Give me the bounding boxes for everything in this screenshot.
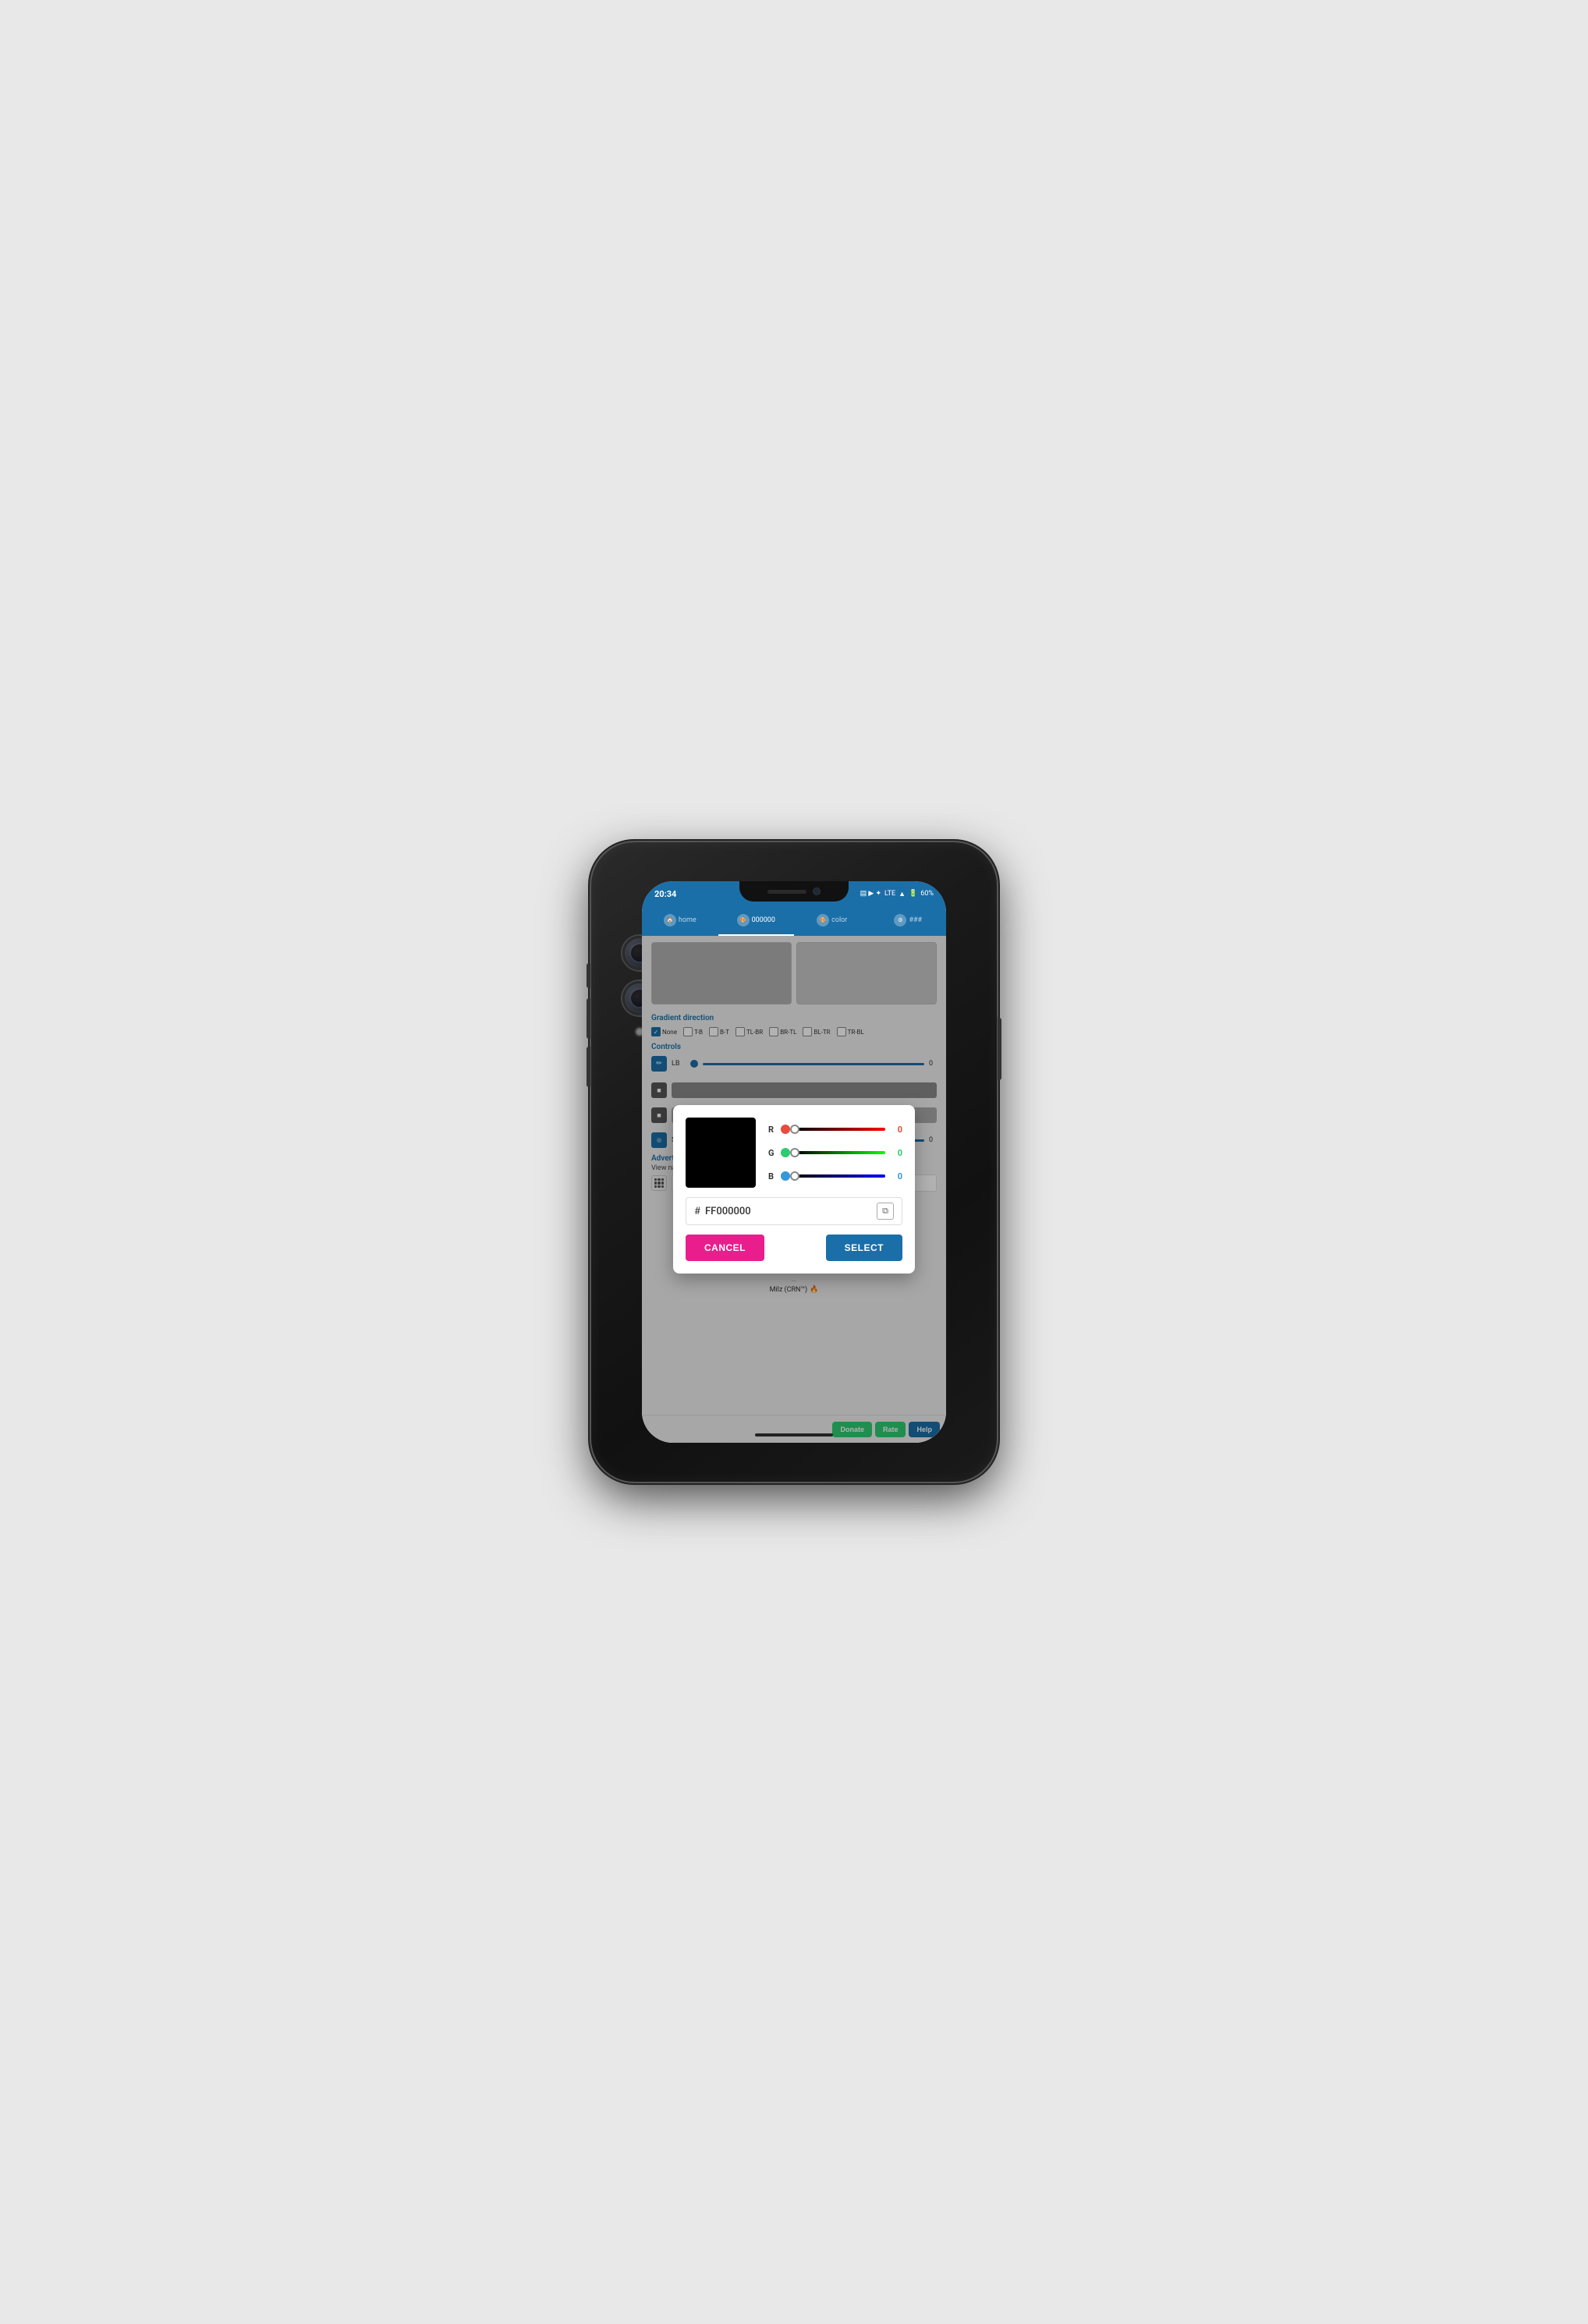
battery-icon: 🔋 (909, 890, 917, 898)
g-dot (781, 1148, 790, 1157)
content-area: Gradient direction ✓ None T-B B-T TL-BR (642, 936, 946, 1443)
battery-label: 60% (920, 890, 934, 898)
tab-home-label: home (679, 916, 697, 924)
b-dot (781, 1171, 790, 1181)
sliders-area: R 0 G (768, 1118, 902, 1188)
tab-home[interactable]: 🏠 home (642, 906, 718, 936)
status-icons: ▤ ▶ ✦ LTE ▲ 🔋 60% (860, 890, 934, 898)
tab-extra-label: ### (909, 916, 922, 924)
side-button[interactable] (998, 1018, 1001, 1080)
r-slider-row: R 0 (768, 1125, 902, 1135)
g-slider-row: G 0 (768, 1148, 902, 1158)
copy-button[interactable]: ⧉ (877, 1203, 894, 1220)
tab-color2-icon: 🎨 (817, 914, 829, 926)
screen: 20:34 ▤ ▶ ✦ LTE ▲ 🔋 60% 🏠 home 🎨 000000 … (642, 881, 946, 1443)
volume-up-button[interactable] (587, 998, 590, 1039)
network-label: LTE (884, 890, 895, 898)
b-value: 0 (890, 1171, 902, 1181)
g-channel-label: G (768, 1148, 776, 1158)
color-swatch (686, 1118, 756, 1188)
hex-value: FF000000 (705, 1206, 872, 1217)
tab-extra-icon: ⚙ (894, 914, 906, 926)
select-button[interactable]: SELECT (826, 1235, 902, 1261)
status-time: 20:34 (651, 889, 676, 899)
tab-color[interactable]: 🎨 000000 (718, 906, 795, 936)
phone-device: 20:34 ▤ ▶ ✦ LTE ▲ 🔋 60% 🏠 home 🎨 000000 … (591, 842, 997, 1482)
dialog-overlay: R 0 G (642, 936, 946, 1443)
g-track[interactable] (795, 1151, 885, 1154)
signal-icon: ▲ (899, 890, 906, 898)
cancel-button[interactable]: CANCEL (686, 1235, 764, 1261)
speaker (767, 890, 806, 894)
volume-down-button[interactable] (587, 1047, 590, 1087)
app-bar: 🏠 home 🎨 000000 🎨 color ⚙ ### (642, 906, 946, 936)
tab-color2[interactable]: 🎨 color (794, 906, 870, 936)
tab-extra[interactable]: ⚙ ### (870, 906, 947, 936)
b-channel-label: B (768, 1171, 776, 1181)
power-button[interactable] (587, 963, 590, 988)
r-thumb[interactable] (790, 1125, 799, 1134)
notification-icons: ▤ ▶ ✦ (860, 890, 881, 898)
b-slider-row: B 0 (768, 1171, 902, 1181)
g-value: 0 (890, 1148, 902, 1158)
b-track[interactable] (795, 1174, 885, 1178)
dialog-buttons: CANCEL SELECT (686, 1235, 902, 1261)
notch (739, 881, 849, 902)
tab-color2-label: color (831, 916, 847, 924)
color-picker-dialog: R 0 G (673, 1105, 915, 1274)
r-channel-label: R (768, 1125, 776, 1135)
g-thumb[interactable] (790, 1148, 799, 1157)
front-camera (813, 887, 821, 895)
tab-color-icon: 🎨 (737, 914, 750, 926)
hex-row: # FF000000 ⧉ (686, 1197, 902, 1225)
r-dot (781, 1125, 790, 1134)
r-track[interactable] (795, 1128, 885, 1131)
tab-color-label: 000000 (752, 916, 775, 924)
r-value: 0 (890, 1125, 902, 1135)
dialog-top: R 0 G (686, 1118, 902, 1188)
hex-hash: # (694, 1206, 700, 1217)
b-thumb[interactable] (790, 1171, 799, 1181)
tab-home-icon: 🏠 (664, 914, 676, 926)
